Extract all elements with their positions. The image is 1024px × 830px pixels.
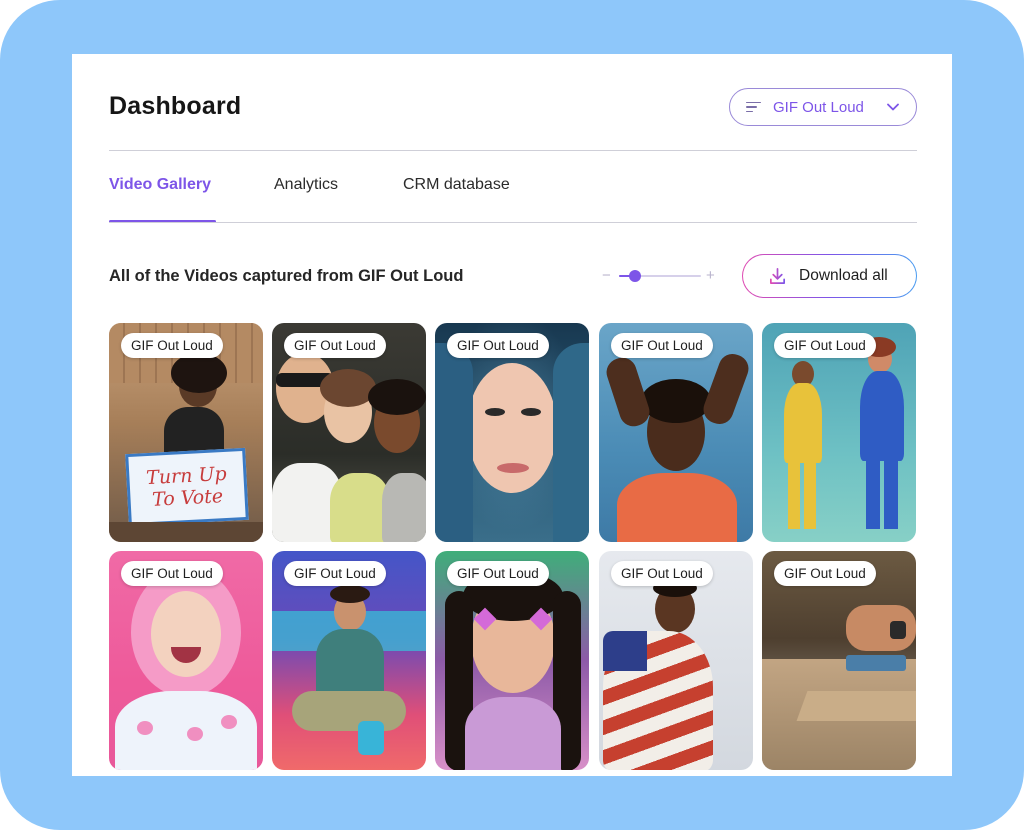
video-tile[interactable]: GIF Out Loud bbox=[762, 551, 916, 770]
account-select[interactable]: GIF Out Loud bbox=[729, 88, 917, 126]
video-source-badge: GIF Out Loud bbox=[774, 561, 876, 586]
video-source-badge: GIF Out Loud bbox=[284, 333, 386, 358]
video-tile[interactable]: GIF Out Loud bbox=[599, 551, 753, 770]
zoom-thumb[interactable] bbox=[629, 270, 642, 282]
turn-up-to-vote-sticker: Turn Up To Vote bbox=[145, 462, 228, 511]
tabs-divider bbox=[109, 222, 917, 223]
zoom-out-icon[interactable]: − bbox=[602, 266, 611, 286]
video-tile[interactable]: GIF Out Loud bbox=[762, 323, 916, 542]
chevron-down-icon bbox=[887, 103, 899, 111]
tab-crm-database[interactable]: CRM database bbox=[403, 176, 510, 194]
zoom-slider[interactable]: − + bbox=[602, 266, 718, 286]
download-all-label: Download all bbox=[799, 267, 888, 284]
header-divider bbox=[109, 150, 917, 151]
video-source-badge: GIF Out Loud bbox=[447, 333, 549, 358]
video-source-badge: GIF Out Loud bbox=[121, 561, 223, 586]
filter-lines-icon bbox=[746, 101, 761, 113]
download-all-button[interactable]: Download all bbox=[742, 254, 917, 298]
zoom-in-icon[interactable]: + bbox=[706, 266, 715, 286]
tab-analytics[interactable]: Analytics bbox=[274, 176, 338, 194]
video-tile[interactable]: GIF Out Loud bbox=[272, 551, 426, 770]
video-source-badge: GIF Out Loud bbox=[447, 561, 549, 586]
video-source-badge: GIF Out Loud bbox=[284, 561, 386, 586]
video-tile[interactable]: GIF Out Loud bbox=[599, 323, 753, 542]
video-tile[interactable]: GIF Out Loud bbox=[109, 551, 263, 770]
tab-video-gallery[interactable]: Video Gallery bbox=[109, 176, 211, 194]
video-source-badge: GIF Out Loud bbox=[121, 333, 223, 358]
tab-bar: Video Gallery Analytics CRM database bbox=[109, 176, 917, 224]
dashboard-panel: Dashboard GIF Out Loud Video Gallery Ana… bbox=[72, 54, 952, 776]
download-icon bbox=[769, 267, 786, 284]
gallery-title: All of the Videos captured from GIF Out … bbox=[109, 267, 464, 285]
video-tile[interactable]: Turn Up To Vote GIF Out Loud bbox=[109, 323, 263, 542]
video-grid: Turn Up To Vote GIF Out Loud GIF Out Lou… bbox=[109, 323, 917, 773]
video-source-badge: GIF Out Loud bbox=[611, 561, 713, 586]
video-tile[interactable]: GIF Out Loud bbox=[272, 323, 426, 542]
account-select-value: GIF Out Loud bbox=[773, 98, 864, 116]
video-tile[interactable]: GIF Out Loud bbox=[435, 551, 589, 770]
video-source-badge: GIF Out Loud bbox=[611, 333, 713, 358]
video-source-badge: GIF Out Loud bbox=[774, 333, 876, 358]
page-title: Dashboard bbox=[109, 92, 242, 120]
video-tile[interactable]: GIF Out Loud bbox=[435, 323, 589, 542]
